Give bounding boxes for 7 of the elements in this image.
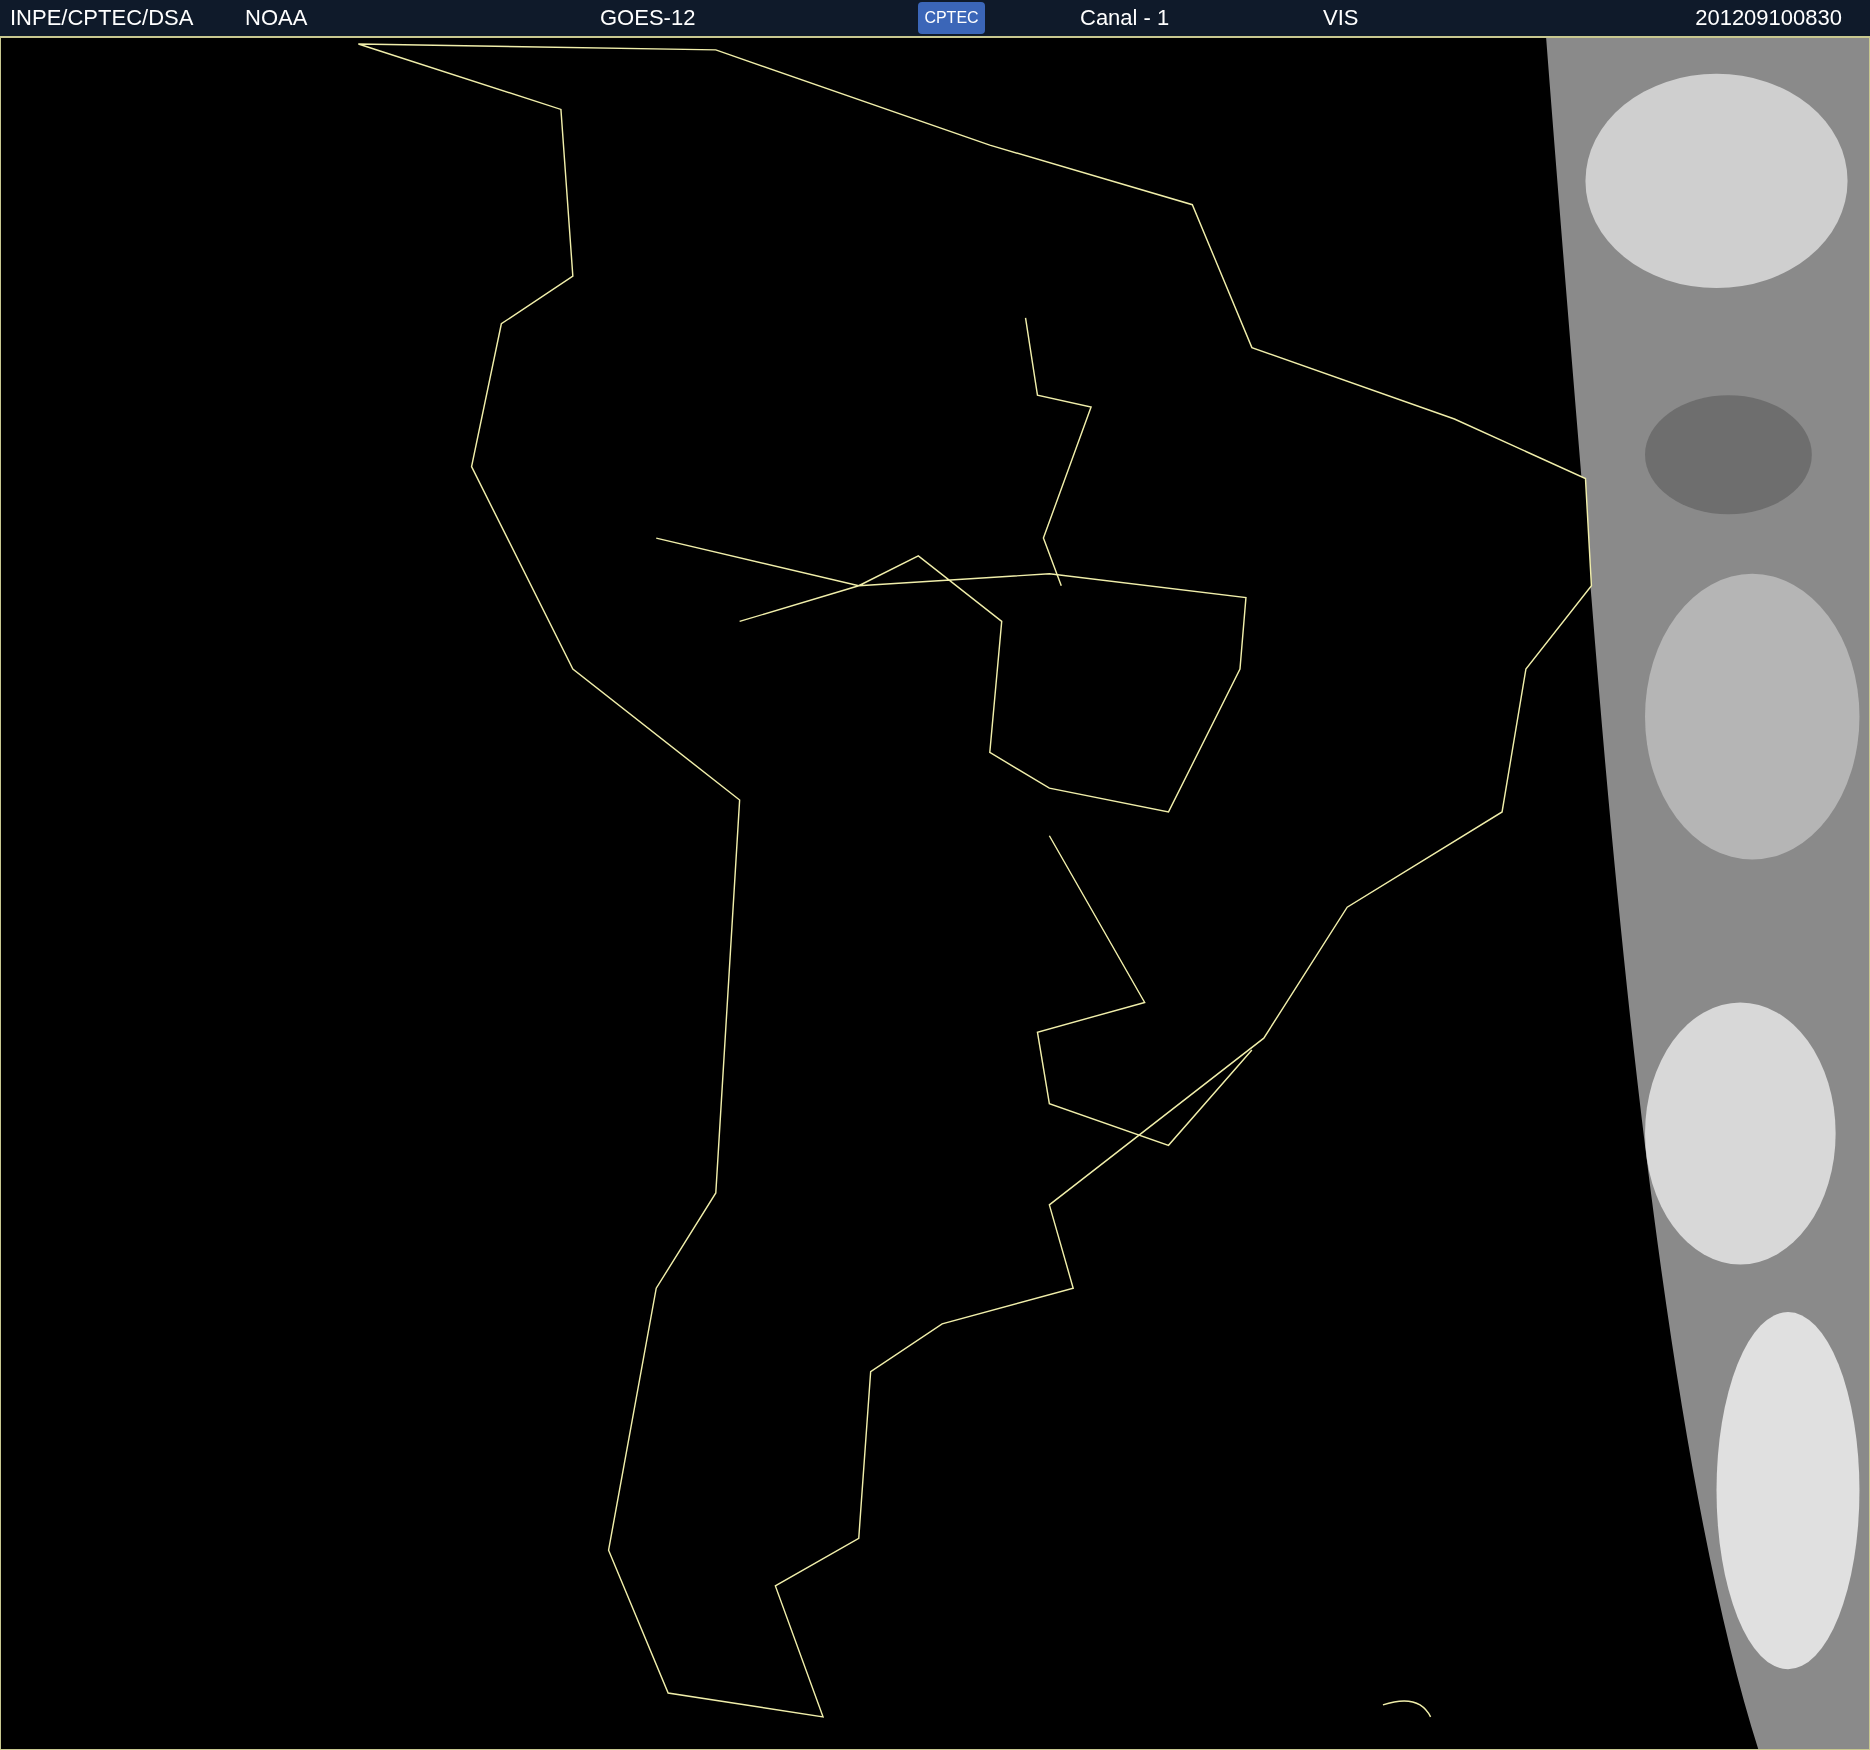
logo: CPTEC	[918, 2, 985, 34]
header-text: INPE/CPTEC/DSA	[10, 5, 195, 31]
channel-label: Canal - 1	[1080, 5, 1171, 31]
header-text: NOAA	[245, 5, 309, 31]
header-text: GOES-12	[600, 5, 697, 31]
timestamp: 201209100830	[1695, 5, 1843, 31]
band-label: VIS	[1323, 5, 1360, 31]
